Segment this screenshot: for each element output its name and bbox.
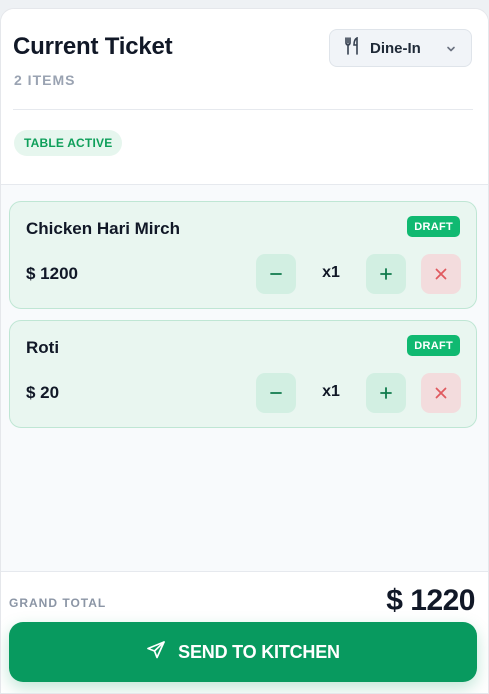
- send-to-kitchen-button[interactable]: SEND TO KITCHEN: [9, 622, 477, 682]
- increase-quantity-button[interactable]: [366, 254, 406, 294]
- item-count: 2 ITEMS: [14, 72, 76, 88]
- decrease-quantity-button[interactable]: [256, 373, 296, 413]
- remove-item-button[interactable]: [421, 373, 461, 413]
- item-quantity: x1: [322, 264, 340, 281]
- close-icon: [435, 268, 447, 280]
- ticket-panel: Current Ticket 2 ITEMS Dine-In TABLE ACT…: [0, 8, 489, 694]
- grand-total-value: $ 1220: [386, 584, 475, 617]
- item-price: $ 1200: [26, 264, 78, 283]
- minus-icon: [270, 392, 282, 394]
- close-icon: [435, 387, 447, 399]
- chevron-down-icon: [445, 42, 457, 60]
- item-quantity: x1: [322, 383, 340, 400]
- ticket-header: Current Ticket 2 ITEMS Dine-In TABLE ACT…: [1, 9, 488, 185]
- item-name: Chicken Hari Mirch: [26, 219, 180, 238]
- draft-badge: DRAFT: [407, 335, 460, 356]
- grand-total-label: GRAND TOTAL: [9, 596, 107, 610]
- table-status-badge: TABLE ACTIVE: [14, 130, 123, 156]
- ticket-footer: GRAND TOTAL $ 1220 SEND TO KITCHEN: [1, 571, 488, 693]
- remove-item-button[interactable]: [421, 254, 461, 294]
- plus-icon: [380, 387, 392, 399]
- minus-icon: [270, 273, 282, 275]
- ticket-item: Chicken Hari Mirch DRAFT $ 1200 x1: [9, 201, 477, 309]
- plus-icon: [380, 268, 392, 280]
- draft-badge: DRAFT: [407, 216, 460, 237]
- utensils-icon: [344, 36, 360, 60]
- decrease-quantity-button[interactable]: [256, 254, 296, 294]
- increase-quantity-button[interactable]: [366, 373, 406, 413]
- header-divider: [13, 109, 473, 110]
- ticket-item: Roti DRAFT $ 20 x1: [9, 320, 477, 428]
- order-type-label: Dine-In: [370, 39, 421, 57]
- item-name: Roti: [26, 338, 60, 357]
- item-price: $ 20: [26, 383, 60, 402]
- order-type-select[interactable]: Dine-In: [329, 29, 472, 67]
- send-button-label: SEND TO KITCHEN: [178, 641, 340, 662]
- paper-plane-icon: [146, 640, 166, 665]
- page-title: Current Ticket: [13, 33, 173, 60]
